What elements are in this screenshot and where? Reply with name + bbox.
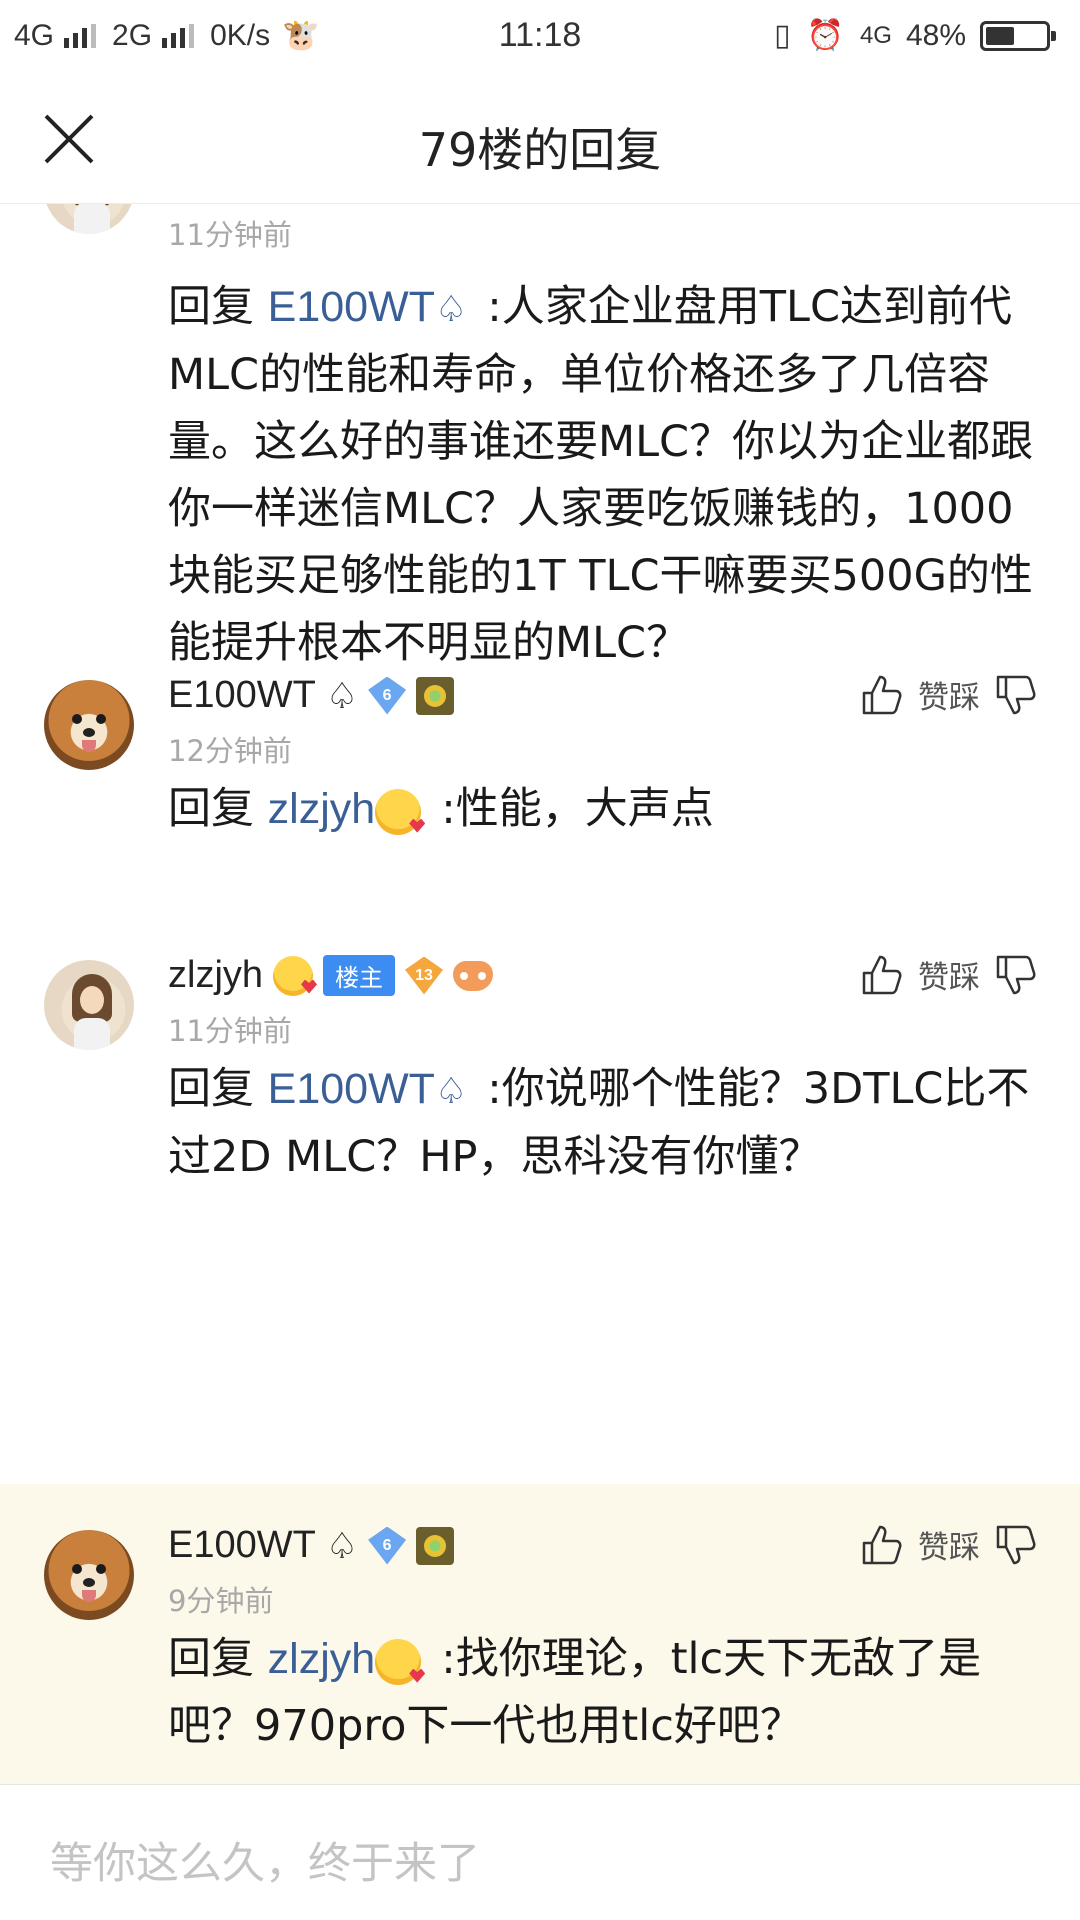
reply-body: :人家企业盘用TLC达到前代MLC的性能和寿命，单位价格还多了几倍容量。这么好的… — [168, 282, 1034, 668]
username[interactable]: E100WT ♤ 6 — [168, 1524, 455, 1567]
reply-time: 11分钟前 — [168, 1014, 292, 1048]
gamepad-icon — [453, 960, 494, 991]
kiss-emoji-icon — [273, 955, 314, 996]
vote-actions: 赞踩 — [860, 1522, 1038, 1567]
reply-content: 回复 E100WT♤:人家企业盘用TLC达到前代MLC的性能和寿命，单位价格还多… — [168, 274, 1048, 677]
thumbs-down-icon[interactable] — [994, 953, 1038, 997]
status-bar: 4G 2G 0K/s 🐮 11:18 ▯ ⏰ 4G 48% — [0, 0, 1080, 74]
spade-icon: ♤ — [434, 288, 468, 329]
reply-feed[interactable]: 11分钟前 回复 E100WT♤:人家企业盘用TLC达到前代MLC的性能和寿命，… — [0, 204, 1080, 1784]
reply-item-highlighted: E100WT ♤ 6 9分钟前 赞踩 回复 zlzjyh:找你理论，tlc天下无敌… — [0, 1484, 1080, 1784]
spade-icon: ♤ — [325, 674, 359, 716]
reply-input-placeholder[interactable]: 等你这么久，终于来了 — [50, 1829, 480, 1891]
reply-time: 12分钟前 — [168, 734, 292, 768]
reply-body: :性能，大声点 — [441, 784, 714, 834]
vote-label: 赞踩 — [918, 1530, 980, 1566]
battery-icon — [980, 20, 1056, 51]
mention-link[interactable]: E100WT♤ — [268, 1065, 468, 1113]
kiss-emoji-icon — [375, 1638, 422, 1685]
reply-input-bar[interactable]: 等你这么久，终于来了 — [0, 1784, 1080, 1920]
thumbs-up-icon[interactable] — [860, 1523, 904, 1567]
reply-content: 回复 zlzjyh:找你理论，tlc天下无敌了是吧？970pro下一代也用tlc… — [168, 1626, 1048, 1760]
avatar[interactable] — [44, 680, 134, 770]
page-title: 79楼的回复 — [418, 123, 662, 177]
kiss-emoji-icon — [375, 788, 422, 835]
spade-icon: ♤ — [325, 1524, 359, 1566]
medal-icon — [416, 676, 455, 715]
reply-prefix: 回复 — [168, 1634, 254, 1684]
avatar[interactable] — [44, 204, 134, 234]
thumbs-up-icon[interactable] — [860, 673, 904, 717]
alarm-icon: ⏰ — [806, 19, 844, 52]
mention-link[interactable]: E100WT♤ — [268, 283, 468, 331]
status-right: ▯ ⏰ 4G 48% — [774, 18, 1056, 53]
owner-badge: 楼主 — [323, 955, 396, 996]
reply-prefix: 回复 — [168, 784, 254, 834]
level-badge: 13 — [405, 956, 444, 995]
vibrate-icon: ▯ — [774, 19, 791, 52]
network-label-3: 4G — [859, 21, 892, 49]
vote-label: 赞踩 — [918, 960, 980, 996]
thumbs-up-icon[interactable] — [860, 953, 904, 997]
title-bar: 79楼的回复 — [0, 74, 1080, 204]
vote-actions: 赞踩 — [860, 952, 1038, 997]
username[interactable]: E100WT ♤ 6 — [168, 674, 455, 717]
username[interactable]: zlzjyh 楼主 13 — [168, 954, 494, 997]
reply-content: 回复 zlzjyh :性能，大声点 — [168, 776, 1048, 843]
mention-link[interactable]: zlzjyh — [268, 1635, 422, 1685]
reply-content: 回复 E100WT♤:你说哪个性能？3DTLC比不过2D MLC？HP，思科没有… — [168, 1056, 1048, 1191]
level-badge: 6 — [368, 1526, 407, 1565]
level-badge: 6 — [368, 676, 407, 715]
reply-time: 9分钟前 — [168, 1584, 274, 1618]
avatar[interactable] — [44, 1530, 134, 1620]
reply-item: E100WT ♤ 6 12分钟前 赞踩 回复 zlzjyh :性能，大声点 — [0, 644, 1080, 924]
reply-time: 11分钟前 — [168, 218, 292, 252]
thumbs-down-icon[interactable] — [994, 1523, 1038, 1567]
reply-item: zlzjyh 楼主 13 11分钟前 赞踩 回复 E100WT♤:你说哪个性能？… — [0, 924, 1080, 1404]
medal-icon — [416, 1526, 455, 1565]
thumbs-down-icon[interactable] — [994, 673, 1038, 717]
reply-prefix: 回复 — [168, 282, 254, 332]
reply-prefix: 回复 — [168, 1064, 254, 1114]
spade-icon: ♤ — [434, 1070, 468, 1111]
battery-label: 48% — [905, 18, 966, 52]
vote-actions: 赞踩 — [860, 672, 1038, 717]
avatar[interactable] — [44, 960, 134, 1050]
mention-link[interactable]: zlzjyh — [268, 785, 422, 835]
vote-label: 赞踩 — [918, 680, 980, 716]
